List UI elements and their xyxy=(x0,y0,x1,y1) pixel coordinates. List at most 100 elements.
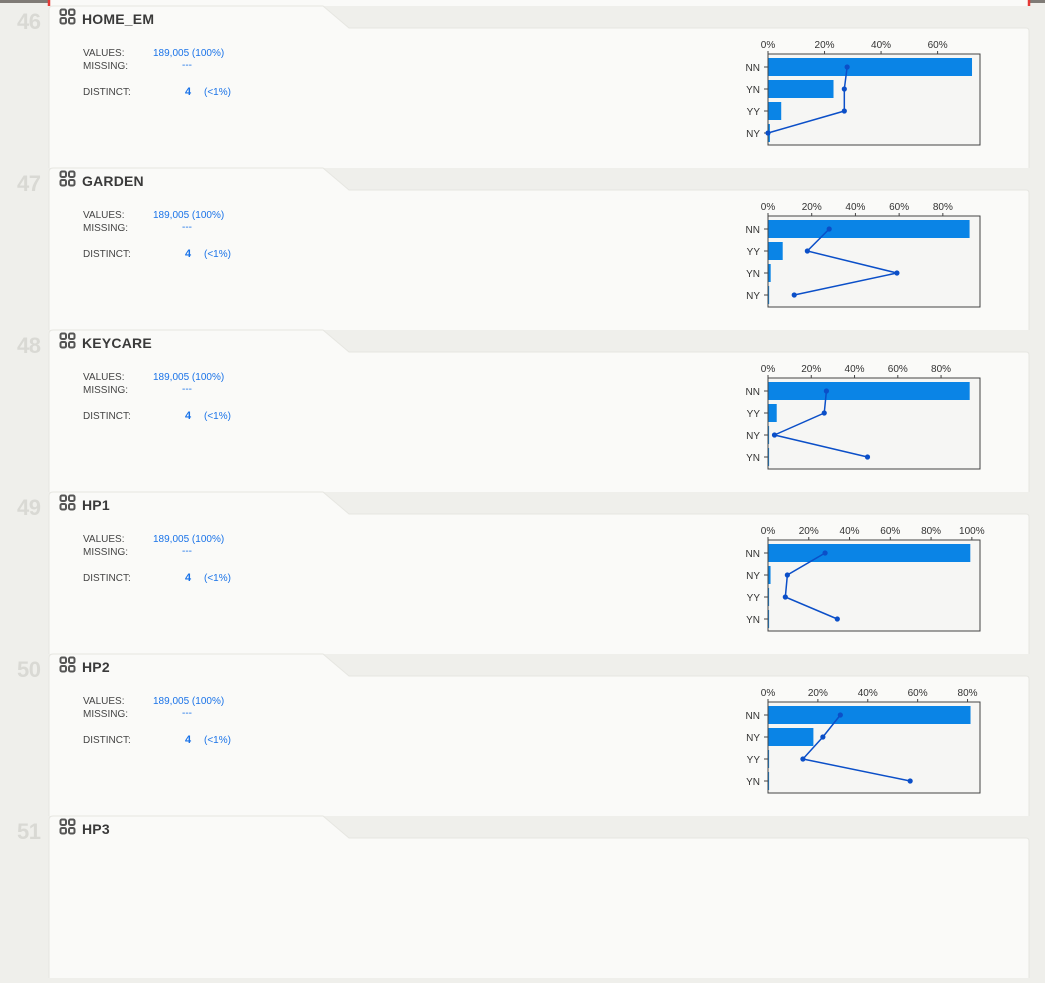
distribution-chart[interactable]: 0% 20% 40% 60% 80% 100% NN NY YY YN xyxy=(740,524,990,634)
variable-card-hp3[interactable]: 51 HP3 xyxy=(0,815,1045,978)
x-tick-label: 40% xyxy=(845,202,865,213)
distinct-count: 4 xyxy=(185,86,192,98)
series-point xyxy=(837,712,843,718)
values-count: 189,005 (100%) xyxy=(153,696,225,707)
x-tick-label: 0% xyxy=(761,40,776,51)
bar xyxy=(768,426,770,444)
variable-name: HP2 xyxy=(82,659,110,675)
x-tick-label: 80% xyxy=(958,688,978,699)
missing-count: --- xyxy=(182,384,192,395)
x-tick-label: 20% xyxy=(801,364,821,375)
bar xyxy=(768,102,782,120)
values-label: VALUES: xyxy=(83,48,125,59)
category-label: YN xyxy=(746,615,760,626)
grid-icon xyxy=(59,8,76,30)
x-tick-label: 40% xyxy=(840,526,860,537)
bar xyxy=(768,566,771,584)
bar xyxy=(768,448,770,466)
variable-name: HOME_EM xyxy=(82,11,155,27)
variable-header[interactable]: GARDEN xyxy=(59,170,144,192)
missing-count: --- xyxy=(182,546,192,557)
x-tick-label: 60% xyxy=(908,688,928,699)
distinct-label: DISTINCT: xyxy=(83,735,131,746)
distinct-label: DISTINCT: xyxy=(83,87,131,98)
category-label: YY xyxy=(747,755,761,766)
series-point xyxy=(844,64,850,70)
distinct-count: 4 xyxy=(185,248,192,260)
variable-header[interactable]: HP3 xyxy=(59,818,110,840)
distribution-chart[interactable]: 0% 20% 40% 60% 80% NN NY YY YN xyxy=(740,686,990,796)
bar xyxy=(768,404,777,422)
category-label: NY xyxy=(746,431,760,442)
category-label: NY xyxy=(746,129,760,140)
category-label: NN xyxy=(746,63,760,74)
x-tick-label: 20% xyxy=(799,526,819,537)
grid-icon xyxy=(59,818,76,840)
x-tick-label: 80% xyxy=(933,202,953,213)
category-label: NN xyxy=(746,387,760,398)
variable-name: HP3 xyxy=(82,821,110,837)
series-point xyxy=(821,410,827,416)
variable-name: GARDEN xyxy=(82,173,144,189)
grid-icon xyxy=(59,656,76,678)
distinct-percent: (<1%) xyxy=(204,411,231,422)
distribution-chart[interactable]: 0% 20% 40% 60% 80% NN YY YN NY xyxy=(740,200,990,310)
category-label: YN xyxy=(746,777,760,788)
missing-count: --- xyxy=(182,60,192,71)
variable-header[interactable]: HP2 xyxy=(59,656,110,678)
distinct-label: DISTINCT: xyxy=(83,411,131,422)
x-tick-label: 40% xyxy=(858,688,878,699)
variable-header[interactable]: HOME_EM xyxy=(59,8,154,30)
values-label: VALUES: xyxy=(83,210,125,221)
values-count: 189,005 (100%) xyxy=(153,534,225,545)
values-count: 189,005 (100%) xyxy=(153,210,225,221)
distribution-chart[interactable]: 0% 20% 40% 60% NN YN YY NY xyxy=(740,38,990,148)
distinct-percent: (<1%) xyxy=(204,249,231,260)
variable-index: 47 xyxy=(17,171,41,196)
series-point xyxy=(864,454,871,460)
x-tick-label: 0% xyxy=(761,688,776,699)
category-label: NN xyxy=(746,225,760,236)
bar xyxy=(768,80,834,98)
distinct-percent: (<1%) xyxy=(204,573,231,584)
category-label: YY xyxy=(747,593,761,604)
distribution-chart[interactable]: 0% 20% 40% 60% 80% NN YY NY YN xyxy=(740,362,990,472)
x-tick-label: 80% xyxy=(931,364,951,375)
variable-index: 50 xyxy=(17,657,41,682)
variable-card-hp1[interactable]: 49 HP1 VALUES: MISSING: DISTINCT: 189,005 (10… xyxy=(0,491,1045,654)
x-tick-label: 40% xyxy=(845,364,865,375)
series-point xyxy=(804,248,810,254)
bar xyxy=(768,544,971,562)
missing-count: --- xyxy=(182,222,192,233)
series-point xyxy=(841,86,847,92)
bar xyxy=(768,382,970,400)
card-shape xyxy=(48,815,1030,978)
distinct-count: 4 xyxy=(185,572,192,584)
variable-header[interactable]: HP1 xyxy=(59,494,110,516)
x-tick-label: 20% xyxy=(802,202,822,213)
variable-header[interactable]: KEYCARE xyxy=(59,332,152,354)
series-point xyxy=(800,756,806,762)
x-tick-label: 80% xyxy=(921,526,941,537)
bar xyxy=(768,58,973,76)
distinct-count: 4 xyxy=(185,734,192,746)
bar xyxy=(768,588,770,606)
x-tick-label: 60% xyxy=(880,526,900,537)
variable-card-garden[interactable]: 47 GARDEN VALUES: MISSING: DISTINCT: 189,005 … xyxy=(0,167,1045,330)
bar xyxy=(768,220,970,238)
variable-card-keycare[interactable]: 48 KEYCARE VALUES: MISSING: DISTINCT: 189,005… xyxy=(0,329,1045,492)
missing-label: MISSING: xyxy=(83,709,129,720)
variable-card-home_em[interactable]: 46 HOME_EM VALUES: MISSING: DISTINCT: 189,005… xyxy=(0,5,1045,168)
series-point xyxy=(820,734,826,740)
category-label: NY xyxy=(746,733,760,744)
category-label: YY xyxy=(747,409,761,420)
variable-name: HP1 xyxy=(82,497,110,513)
values-label: VALUES: xyxy=(83,534,125,545)
bar xyxy=(768,772,770,790)
bar xyxy=(768,286,770,304)
missing-label: MISSING: xyxy=(83,385,129,396)
category-label: YY xyxy=(747,247,761,258)
variable-card-hp2[interactable]: 50 HP2 VALUES: MISSING: DISTINCT: 189,005 (10… xyxy=(0,653,1045,816)
x-tick-label: 100% xyxy=(959,526,985,537)
category-label: NN xyxy=(746,711,760,722)
